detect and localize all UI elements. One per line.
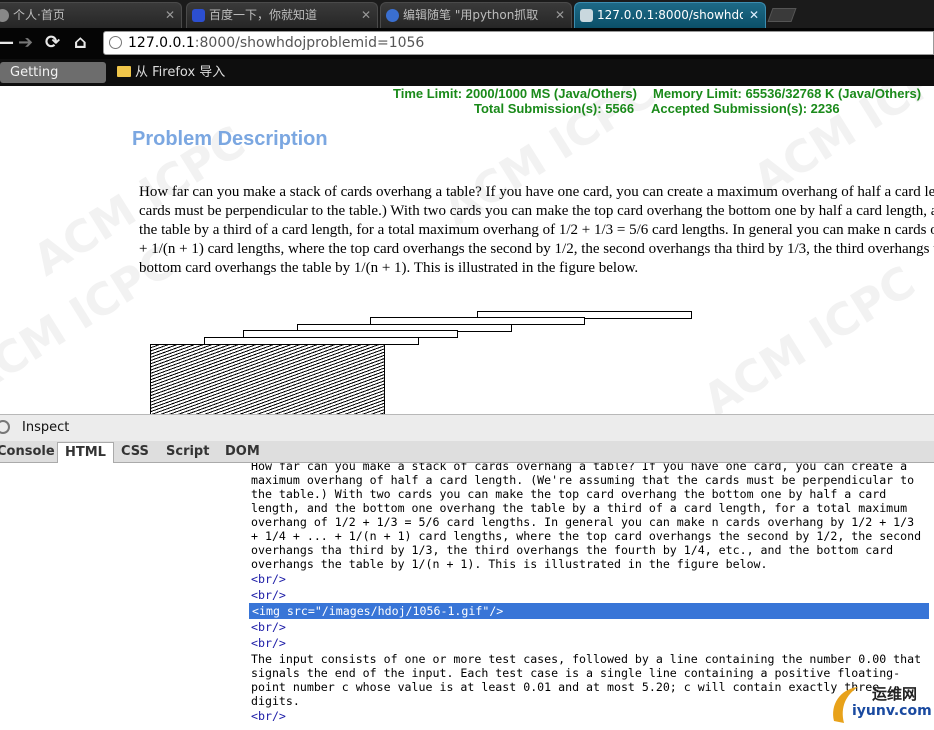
br-tag[interactable]: <br/> (251, 636, 286, 650)
reload-icon[interactable]: ⟳ (45, 32, 60, 53)
source-line[interactable]: length, and the bottom one overhang the … (251, 501, 907, 515)
back-icon[interactable]: — (0, 32, 14, 53)
problem-description-text: How far can you make a stack of cards ov… (139, 183, 934, 278)
problem-description-title: Problem Description (132, 128, 328, 150)
browser-window: 个人·首页 ✕ 百度一下，你就知道 ✕ 编辑随笔 "用python抓取 ✕ 12… (0, 0, 934, 730)
memory-limit: Memory Limit: 65536/32768 K (Java/Others… (653, 86, 922, 101)
source-line[interactable]: maximum overhang of half a card length. … (251, 473, 914, 487)
tab-title: 编辑随笔 "用python抓取 (403, 8, 539, 22)
tab-script[interactable]: Script (166, 444, 209, 459)
description-line: bottom card overhangs the table by 1/(n … (139, 260, 639, 276)
close-icon[interactable]: ✕ (361, 3, 371, 27)
inspector-tabs: Console HTML CSS Script DOM (0, 441, 934, 463)
tab-baidu[interactable]: 百度一下，你就知道 ✕ (186, 2, 378, 28)
source-line[interactable]: How far can you make a stack of cards ov… (251, 463, 907, 473)
bookmark-import-firefox[interactable]: 从 Firefox 导入 (115, 62, 225, 83)
selected-node-text: <img src="/images/hdoj/1056-1.gif"/> (252, 604, 504, 618)
tab-html[interactable]: HTML (57, 442, 114, 463)
cnblogs-icon (386, 9, 399, 22)
br-tag[interactable]: <br/> (251, 572, 286, 586)
source-line[interactable]: overhangs the table by 1/(n + 1). This i… (251, 557, 768, 571)
bookmarks-bar: Getting Started 从 Firefox 导入 (0, 59, 934, 101)
site-watermark-logo: 运维网 iyunv.com (830, 681, 934, 727)
url-path: :8000/showhdojproblemid=1056 (194, 35, 425, 51)
tab-bar: 个人·首页 ✕ 百度一下，你就知道 ✕ 编辑随笔 "用python抓取 ✕ 12… (0, 0, 934, 28)
description-line: the table by a third of a card length, f… (139, 222, 934, 238)
inspect-button[interactable]: Inspect (22, 420, 69, 435)
source-line[interactable]: overhang of 1/2 + 1/3 = 5/6 card lengths… (251, 515, 914, 529)
close-icon[interactable]: ✕ (555, 3, 565, 27)
tab-css[interactable]: CSS (121, 444, 149, 459)
description-line: How far can you make a stack of cards ov… (139, 184, 934, 200)
globe-icon (0, 9, 9, 22)
close-icon[interactable]: ✕ (749, 3, 759, 27)
source-line[interactable]: digits. (251, 694, 300, 708)
inspector-header: Inspect (0, 414, 934, 441)
br-tag[interactable]: <br/> (251, 588, 286, 602)
watermark: ACM ICPC (694, 256, 925, 414)
table-block (150, 344, 385, 414)
bookmark-getting-started[interactable]: Getting Started (0, 62, 106, 101)
tab-title: 127.0.0.1:8000/showhdoj (597, 8, 743, 22)
time-limit: Time Limit: 2000/1000 MS (Java/Others) (393, 86, 637, 101)
tab-dom[interactable]: DOM (225, 444, 260, 459)
br-tag[interactable]: <br/> (251, 709, 286, 723)
br-tag[interactable]: <br/> (251, 620, 286, 634)
tab-edit-post[interactable]: 编辑随笔 "用python抓取 ✕ (380, 2, 572, 28)
page-info-icon[interactable] (109, 36, 122, 49)
inspect-icon[interactable] (0, 420, 10, 434)
navigation-toolbar: — ➔ ⟳ ⌂ 127.0.0.1:8000/showhdojproblemid… (0, 28, 934, 59)
accepted-submissions: Accepted Submission(s): 2236 (651, 101, 840, 116)
total-submissions: Total Submission(s): 5566 (474, 101, 635, 116)
logo-text: 运维网 (872, 685, 918, 703)
source-line[interactable]: overhangs tha third by 1/3, the third ov… (251, 543, 893, 557)
folder-icon (117, 66, 131, 77)
page-icon (580, 9, 593, 22)
source-line[interactable]: + 1/4 + ... + 1/(n + 1) card lengths, wh… (251, 529, 921, 543)
page-content: ACM ICPC ACM ICPC ACM ICPC ACM ICPC ACM … (0, 86, 934, 414)
description-line: + 1/(n + 1) card lengths, where the top … (139, 241, 934, 257)
tab-title: 百度一下，你就知道 (209, 8, 318, 22)
url-host: 127.0.0.1 (128, 35, 195, 51)
tab-showhdoj[interactable]: 127.0.0.1:8000/showhdoj ✕ (574, 2, 766, 28)
logo-domain: iyunv.com (852, 703, 932, 719)
close-icon[interactable]: ✕ (165, 3, 175, 27)
home-icon[interactable]: ⌂ (74, 32, 87, 53)
html-source-panel[interactable]: How far can you make a stack of cards ov… (0, 463, 934, 730)
selected-img-node[interactable]: <img src="/images/hdoj/1056-1.gif"/> (249, 603, 929, 619)
new-tab-button[interactable] (767, 8, 797, 22)
description-line: cards must be perpendicular to the table… (139, 203, 934, 219)
source-line[interactable]: the table.) With two cards you can make … (251, 487, 886, 501)
forward-icon[interactable]: ➔ (18, 32, 33, 53)
source-line[interactable]: The input consists of one or more test c… (251, 652, 921, 666)
paw-icon (192, 9, 205, 22)
tab-title: 个人·首页 (13, 8, 65, 22)
bookmark-label: 从 Firefox 导入 (135, 65, 226, 80)
source-line[interactable]: signals the end of the input. Each test … (251, 666, 900, 680)
tab-console[interactable]: Console (0, 444, 55, 459)
source-line[interactable]: point number c whose value is at least 0… (251, 680, 879, 694)
address-bar[interactable]: 127.0.0.1:8000/showhdojproblemid=1056 (103, 31, 934, 55)
tab-personal-home[interactable]: 个人·首页 ✕ (0, 2, 182, 28)
